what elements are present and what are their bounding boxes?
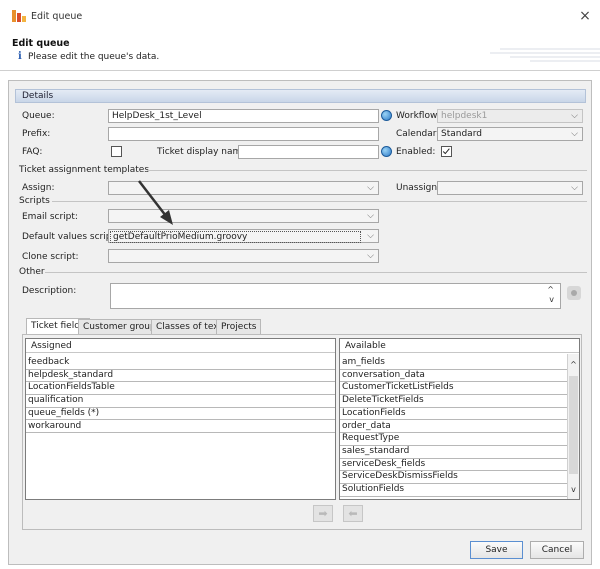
assigned-header-label: Assigned: [31, 341, 72, 351]
list-item[interactable]: RequestType: [340, 433, 567, 446]
other-group-label: Other: [19, 267, 45, 277]
scroll-down-icon[interactable]: v: [568, 485, 579, 494]
cancel-button[interactable]: Cancel: [530, 541, 584, 559]
workflow-select: helpdesk1 ⌵: [437, 109, 583, 123]
queue-input[interactable]: HelpDesk_1st_Level: [108, 109, 379, 123]
clear-button[interactable]: [567, 286, 581, 300]
globe-icon[interactable]: [381, 146, 392, 157]
unassign-label: Unassign:: [396, 183, 441, 193]
list-item[interactable]: serviceDesk_fields: [340, 459, 567, 472]
chevron-down-icon: ⌵: [571, 183, 578, 193]
chevron-down-icon: ⌵: [571, 129, 578, 139]
default-values-script-label: Default values script:: [22, 232, 118, 242]
assigned-list[interactable]: Assigned feedback helpdesk_standard Loca…: [25, 338, 336, 500]
list-item[interactable]: DeleteTicketFields: [340, 395, 567, 408]
scroll-down-icon[interactable]: v: [549, 295, 554, 304]
arrow-left-icon: ⬅: [348, 507, 358, 520]
workflow-value: helpdesk1: [441, 111, 488, 121]
default-values-script-select[interactable]: getDefaultPrioMedium.groovy ⌵: [108, 229, 379, 243]
faq-label: FAQ:: [22, 147, 43, 157]
prefix-input[interactable]: [108, 127, 379, 141]
calendar-label: Calendar:: [396, 129, 440, 139]
queue-value: HelpDesk_1st_Level: [112, 111, 202, 121]
list-item[interactable]: LocationFieldsTable: [26, 382, 335, 396]
list-item[interactable]: qualification: [26, 395, 335, 408]
group-divider: [147, 170, 587, 171]
unassign-select[interactable]: ⌵: [437, 181, 583, 195]
assign-select[interactable]: ⌵: [108, 181, 379, 195]
list-item[interactable]: workaround: [26, 421, 335, 434]
list-item[interactable]: am_fields: [340, 357, 567, 370]
list-item[interactable]: feedback: [26, 357, 335, 370]
assignment-group-label: Ticket assignment templates: [19, 165, 150, 175]
list-item[interactable]: LocationFields: [340, 408, 567, 421]
arrow-right-icon: ➡: [318, 507, 328, 520]
available-list-header: Available: [340, 339, 579, 353]
clone-script-label: Clone script:: [22, 252, 79, 262]
default-values-script-value: getDefaultPrioMedium.groovy: [110, 231, 361, 243]
list-item[interactable]: order_data: [340, 421, 567, 434]
email-script-select[interactable]: ⌵: [108, 209, 379, 223]
enabled-label: Enabled:: [396, 147, 436, 157]
tab-projects[interactable]: Projects: [216, 319, 262, 334]
ticket-display-name-input[interactable]: [238, 145, 379, 159]
available-scrollbar[interactable]: ^ v: [567, 354, 579, 499]
calendar-value: Standard: [441, 129, 482, 139]
list-item[interactable]: CustomerTicketListFields: [340, 382, 567, 396]
move-right-button[interactable]: ➡: [313, 505, 333, 522]
group-divider: [52, 201, 587, 202]
chevron-down-icon: ⌵: [367, 251, 374, 261]
scroll-up-icon[interactable]: ^: [568, 360, 579, 369]
scrollbar-thumb[interactable]: [569, 376, 578, 474]
checkmark-icon: [442, 148, 450, 155]
close-icon[interactable]: ×: [577, 8, 593, 24]
workflow-label: Workflow:: [396, 111, 440, 121]
chevron-down-icon: ⌵: [367, 183, 374, 193]
list-item[interactable]: SolutionFields: [340, 484, 567, 497]
assigned-list-header: Assigned: [26, 339, 335, 353]
list-item[interactable]: ServiceDeskDismissFields: [340, 471, 567, 484]
app-icon: [12, 10, 26, 22]
dialog-subtitle: Please edit the queue's data.: [28, 52, 160, 62]
info-icon: i: [18, 51, 22, 62]
description-textarea[interactable]: ^ v: [110, 283, 561, 309]
list-item[interactable]: helpdesk_standard: [26, 370, 335, 383]
title-bar: [0, 0, 600, 30]
scroll-up-icon[interactable]: ^: [547, 285, 554, 294]
enabled-checkbox[interactable]: [441, 146, 452, 157]
description-label: Description:: [22, 286, 77, 296]
available-header-label: Available: [345, 341, 386, 351]
faq-checkbox[interactable]: [111, 146, 122, 157]
details-section-header: Details: [15, 89, 586, 103]
chevron-down-icon: ⌵: [367, 211, 374, 221]
chevron-down-icon: ⌵: [571, 111, 578, 121]
move-left-button[interactable]: ⬅: [343, 505, 363, 522]
save-button[interactable]: Save: [470, 541, 523, 559]
available-list[interactable]: Available am_fields conversation_data Cu…: [339, 338, 580, 500]
assign-label: Assign:: [22, 183, 55, 193]
queue-label: Queue:: [22, 111, 55, 121]
decorative-lines: [490, 48, 600, 62]
list-item[interactable]: conversation_data: [340, 370, 567, 383]
group-divider: [45, 272, 587, 273]
chevron-down-icon: ⌵: [367, 231, 374, 241]
list-item[interactable]: queue_fields (*): [26, 408, 335, 421]
prefix-label: Prefix:: [22, 129, 51, 139]
window-title: Edit queue: [31, 11, 83, 22]
dialog-title: Edit queue: [12, 38, 70, 49]
globe-icon[interactable]: [381, 110, 392, 121]
circle-icon: [571, 290, 577, 296]
ticket-display-name-label: Ticket display name:: [157, 147, 250, 157]
details-section-label: Details: [22, 91, 54, 101]
scripts-group-label: Scripts: [19, 196, 50, 206]
list-item[interactable]: sales_standard: [340, 446, 567, 459]
calendar-select[interactable]: Standard ⌵: [437, 127, 583, 141]
email-script-label: Email script:: [22, 212, 78, 222]
clone-script-select[interactable]: ⌵: [108, 249, 379, 263]
header-separator: [0, 70, 600, 71]
